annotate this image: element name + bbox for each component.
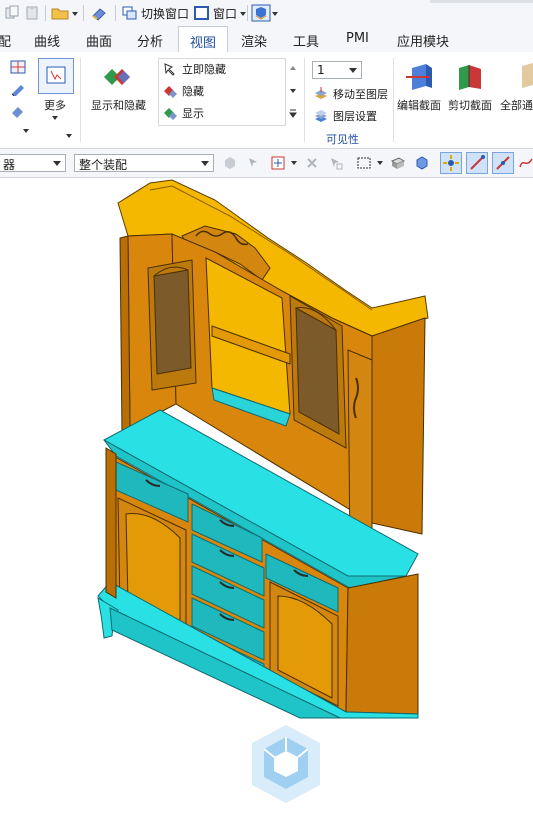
window-icon xyxy=(194,6,209,20)
visibility-group-label: 可见性 xyxy=(326,133,359,146)
ribbon-tab-bar: 配 曲线 曲面 分析 视图 渲染 工具 PMI 应用模块 xyxy=(0,26,533,53)
assembly-icon xyxy=(251,4,271,22)
paste-icon[interactable] xyxy=(24,4,40,22)
clip-section-icon xyxy=(459,65,481,90)
switch-window-label: 切换窗口 xyxy=(141,6,190,21)
line-tool-toggle[interactable] xyxy=(466,152,488,174)
curve-icon[interactable] xyxy=(518,155,533,171)
quick-access-toolbar: 切换窗口 窗口 xyxy=(0,0,533,26)
gallery-expand-icon[interactable] xyxy=(289,109,297,119)
tab-surface[interactable]: 曲面 xyxy=(86,31,112,50)
tab-tools[interactable]: 工具 xyxy=(293,31,319,50)
tab-curve[interactable]: 曲线 xyxy=(34,31,60,50)
copy-icon[interactable] xyxy=(4,4,20,22)
line-icon xyxy=(470,155,485,170)
immediate-hide-icon xyxy=(164,63,175,76)
solid-body-icon[interactable] xyxy=(390,155,406,171)
chevron-down-icon xyxy=(272,12,278,16)
window-menu-button[interactable]: 窗口 xyxy=(193,4,247,22)
chart-frame-icon xyxy=(46,66,66,84)
all-icon xyxy=(522,63,533,88)
all-label: 全部通 xyxy=(500,99,533,112)
all-button[interactable] xyxy=(516,60,533,94)
switch-window-icon xyxy=(122,6,137,20)
intersect-icon[interactable] xyxy=(304,155,320,171)
snap-grid-toggle[interactable] xyxy=(440,152,462,174)
show-hide-icon xyxy=(104,69,130,85)
edit-section-icon xyxy=(406,64,432,90)
watermark-logo xyxy=(250,723,322,805)
edit-section-button[interactable] xyxy=(404,60,438,94)
move-to-layer-button[interactable]: 移动至图层 xyxy=(313,86,388,102)
hide-label: 隐藏 xyxy=(182,85,204,98)
group-expand-icon[interactable] xyxy=(65,132,73,140)
point-line-icon xyxy=(496,156,510,170)
chevron-down-icon[interactable] xyxy=(290,155,298,171)
scroll-down-icon[interactable] xyxy=(289,87,297,95)
show-and-hide-button[interactable] xyxy=(100,60,136,96)
move-to-layer-icon xyxy=(315,87,327,99)
show-and-hide-label: 显示和隐藏 xyxy=(91,99,146,112)
hide-item[interactable]: 隐藏 xyxy=(162,83,204,99)
point-tool-toggle[interactable] xyxy=(492,152,514,174)
layer-settings-button[interactable]: 图层设置 xyxy=(313,108,377,124)
chevron-down-icon xyxy=(53,161,61,166)
cursor-filter-icon[interactable] xyxy=(246,155,262,171)
immediate-hide-item[interactable]: 立即隐藏 xyxy=(162,61,226,77)
filter-value: 器 xyxy=(3,158,16,172)
layer-settings-label: 图层设置 xyxy=(333,110,377,123)
open-folder-icon[interactable] xyxy=(51,4,69,22)
chevron-down-icon xyxy=(201,161,209,166)
chevron-down-icon[interactable] xyxy=(376,155,384,171)
snap-grid-icon xyxy=(443,155,459,171)
component-filter-icon[interactable] xyxy=(222,155,238,171)
assembly-tool-button[interactable] xyxy=(251,4,279,22)
assembly-scope-value: 整个装配 xyxy=(79,158,128,172)
window-label: 窗口 xyxy=(213,6,238,21)
hide-show-list: 立即隐藏 隐藏 显示 xyxy=(158,58,286,126)
selection-cursor-icon[interactable] xyxy=(328,155,344,171)
more-label: 更多 xyxy=(44,99,66,112)
selection-toolbar: 器 整个装配 xyxy=(0,149,533,178)
snap-point-icon[interactable] xyxy=(270,155,286,171)
grid-icon[interactable] xyxy=(10,60,26,74)
tab-view[interactable]: 视图 xyxy=(178,26,229,52)
edit-layer-icon[interactable] xyxy=(10,104,26,118)
show-item[interactable]: 显示 xyxy=(162,105,204,121)
assembly-scope-select[interactable]: 整个装配 xyxy=(74,154,214,172)
tab-analysis[interactable]: 分析 xyxy=(137,31,163,50)
tab-assembly[interactable]: 配 xyxy=(0,31,11,50)
rectangle-select-icon[interactable] xyxy=(356,155,372,171)
hide-icon xyxy=(164,86,177,98)
more-button[interactable] xyxy=(38,58,74,94)
filter-select[interactable]: 器 xyxy=(0,154,66,172)
graphics-viewport[interactable] xyxy=(0,178,533,817)
show-icon xyxy=(164,108,177,120)
tab-application[interactable]: 应用模块 xyxy=(397,31,449,50)
clip-section-label: 剪切截面 xyxy=(448,99,492,112)
layer-settings-icon xyxy=(315,110,327,122)
edit-section-label: 编辑截面 xyxy=(397,99,441,112)
ribbon-panel: 更多 显示和隐藏 立即隐藏 隐藏 显示 1 移动至图层 图层设置 可见性 编辑截… xyxy=(0,52,533,149)
tab-pmi[interactable]: PMI xyxy=(346,31,369,46)
scroll-up-icon[interactable] xyxy=(289,64,297,72)
pen-icon[interactable] xyxy=(10,82,26,96)
show-label: 显示 xyxy=(182,107,204,120)
move-to-layer-label: 移动至图层 xyxy=(333,88,388,101)
chevron-down-icon xyxy=(240,12,247,16)
clip-section-button[interactable] xyxy=(453,60,487,94)
cube-logo-icon xyxy=(252,725,320,803)
tab-render[interactable]: 渲染 xyxy=(241,31,267,50)
layer-select[interactable]: 1 xyxy=(312,61,362,79)
chevron-down-icon[interactable] xyxy=(22,127,30,135)
dropdown-arrow-icon[interactable] xyxy=(71,4,79,22)
switch-window-button[interactable]: 切换窗口 xyxy=(121,4,189,22)
immediate-hide-label: 立即隐藏 xyxy=(182,63,226,76)
layer-value: 1 xyxy=(317,63,325,77)
cube-icon[interactable] xyxy=(414,155,430,171)
chevron-down-icon[interactable] xyxy=(51,114,59,122)
eraser-icon[interactable] xyxy=(90,4,110,22)
chevron-down-icon xyxy=(349,68,357,73)
cabinet-model[interactable] xyxy=(0,178,533,817)
